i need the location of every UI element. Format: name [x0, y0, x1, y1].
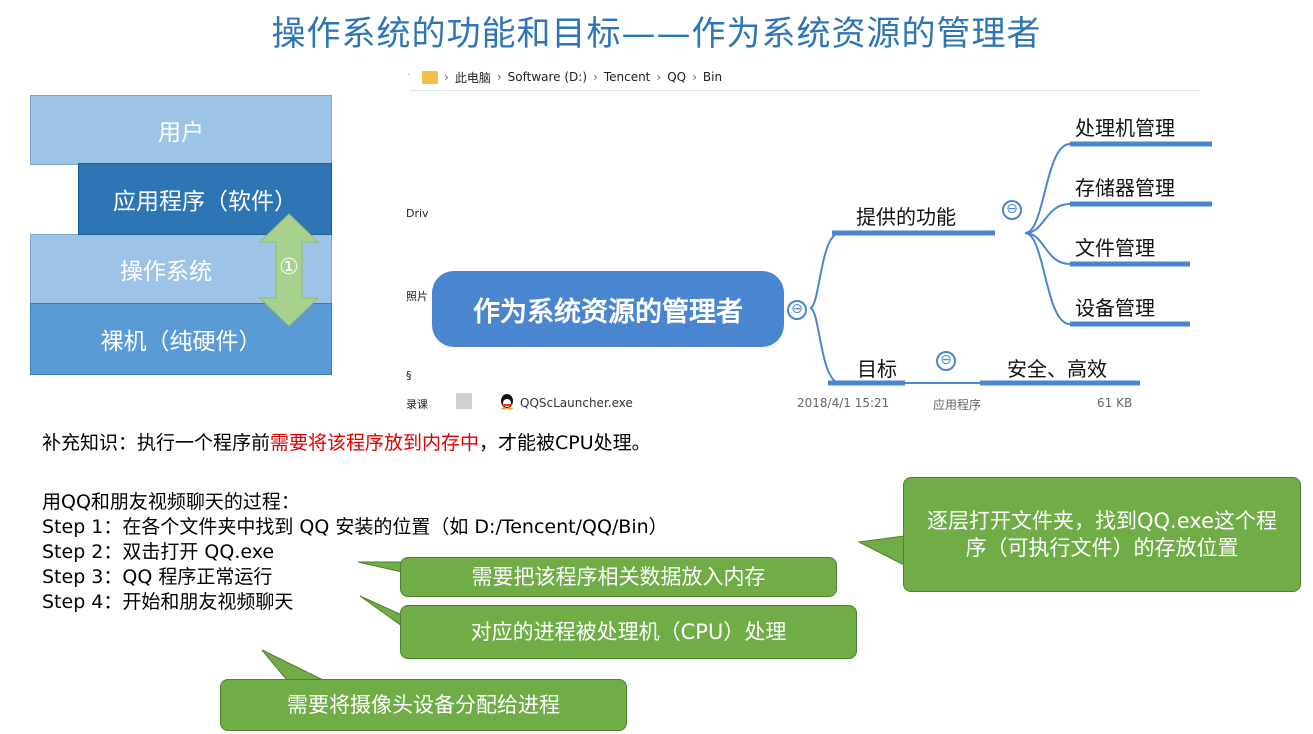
callout-memory: 需要把该程序相关数据放入内存 [400, 557, 837, 597]
callout-folder: 逐层打开文件夹，找到QQ.exe这个程序（可执行文件）的存放位置 [903, 477, 1301, 592]
callout-cpu: 对应的进程被处理机（CPU）处理 [400, 605, 857, 659]
callout-device: 需要将摄像头设备分配给进程 [220, 679, 627, 731]
